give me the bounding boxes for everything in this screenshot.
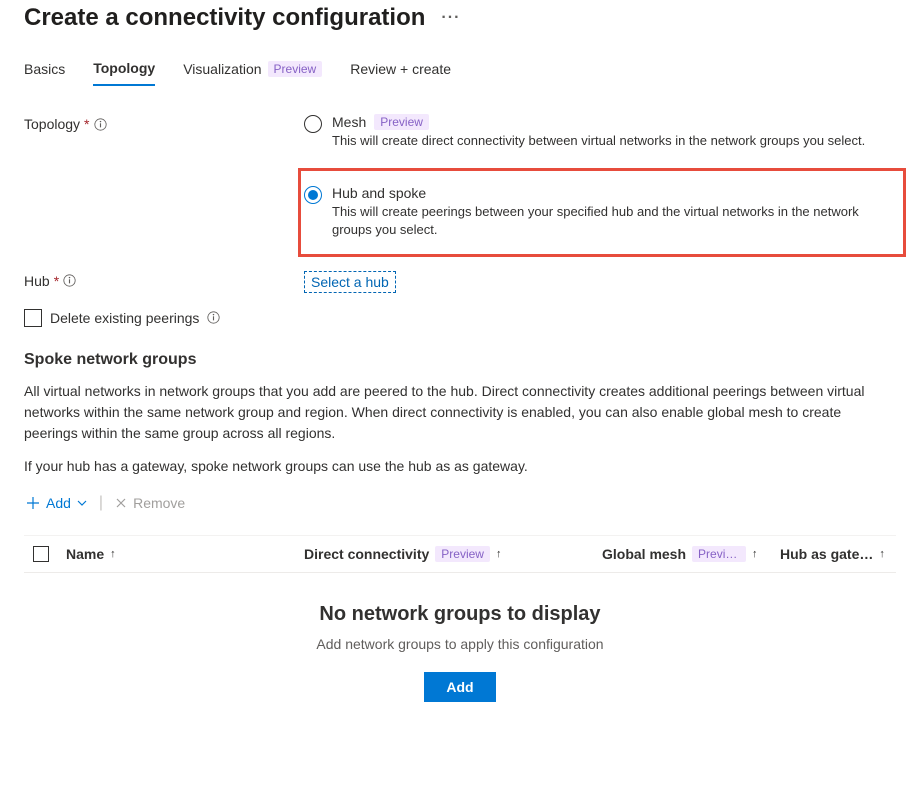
empty-state: No network groups to display Add network… xyxy=(24,573,896,712)
empty-state-title: No network groups to display xyxy=(24,603,896,626)
radio-mesh-desc: This will create direct connectivity bet… xyxy=(332,132,896,150)
column-name-label: Name xyxy=(66,546,104,562)
column-name[interactable]: Name ↑ xyxy=(66,546,296,562)
column-hub-as-gateway[interactable]: Hub as gate… ↑ xyxy=(780,546,896,562)
tab-visualization-label: Visualization xyxy=(183,61,261,77)
add-button-label: Add xyxy=(46,495,71,511)
field-topology: Topology * Mesh Preview This will create… xyxy=(24,114,896,263)
delete-peerings-label: Delete existing peerings xyxy=(50,310,199,326)
field-hub-label: Hub * xyxy=(24,271,304,289)
preview-badge: Preview xyxy=(435,546,490,562)
delete-peerings-checkbox[interactable] xyxy=(24,309,42,327)
sort-arrow-icon: ↑ xyxy=(496,548,502,560)
plus-icon xyxy=(26,496,40,510)
tab-visualization[interactable]: Visualization Preview xyxy=(183,60,322,86)
radio-option-hubspoke[interactable]: Hub and spoke This will create peerings … xyxy=(298,168,906,256)
column-hub-label: Hub as gate… xyxy=(780,546,873,562)
hub-label-text: Hub xyxy=(24,273,50,289)
info-icon[interactable] xyxy=(94,118,107,131)
column-global-mesh[interactable]: Global mesh Preview ↑ xyxy=(602,546,772,562)
field-topology-label: Topology * xyxy=(24,114,304,132)
remove-button: Remove xyxy=(113,491,187,515)
info-icon[interactable] xyxy=(63,274,76,287)
topology-label-text: Topology xyxy=(24,116,80,132)
tab-topology[interactable]: Topology xyxy=(93,60,155,86)
sort-arrow-icon: ↑ xyxy=(752,548,758,560)
radio-hubspoke-title: Hub and spoke xyxy=(332,185,426,201)
info-icon[interactable] xyxy=(207,311,220,324)
radio-option-mesh[interactable]: Mesh Preview This will create direct con… xyxy=(304,114,896,150)
column-global-label: Global mesh xyxy=(602,546,686,562)
page-title-text: Create a connectivity configuration xyxy=(24,4,425,32)
chevron-down-icon xyxy=(77,498,87,508)
required-asterisk: * xyxy=(84,116,89,132)
spoke-section-title: Spoke network groups xyxy=(24,351,896,369)
toolbar-separator: | xyxy=(99,494,103,512)
spoke-section-desc2: If your hub has a gateway, spoke network… xyxy=(24,456,896,477)
sort-arrow-icon: ↑ xyxy=(879,548,885,560)
preview-badge: Preview xyxy=(374,114,429,130)
more-options-icon[interactable]: ··· xyxy=(441,9,460,27)
empty-state-desc: Add network groups to apply this configu… xyxy=(24,636,896,652)
add-button[interactable]: Add xyxy=(24,491,89,515)
table-header: Name ↑ Direct connectivity Preview ↑ Glo… xyxy=(24,535,896,573)
topology-options: Mesh Preview This will create direct con… xyxy=(304,114,896,263)
tabs-row: Basics Topology Visualization Preview Re… xyxy=(24,60,896,86)
preview-badge: Preview xyxy=(268,61,323,77)
select-all-checkbox[interactable] xyxy=(33,546,49,562)
radio-mesh-title: Mesh xyxy=(332,114,366,130)
select-hub-link[interactable]: Select a hub xyxy=(304,271,396,293)
radio-hubspoke-circle[interactable] xyxy=(304,186,322,204)
remove-button-label: Remove xyxy=(133,495,185,511)
empty-add-button[interactable]: Add xyxy=(424,672,495,702)
preview-badge: Preview xyxy=(692,546,746,562)
column-direct-label: Direct connectivity xyxy=(304,546,429,562)
radio-mesh-circle[interactable] xyxy=(304,115,322,133)
x-icon xyxy=(115,497,127,509)
spoke-section-desc1: All virtual networks in network groups t… xyxy=(24,381,896,444)
tab-basics[interactable]: Basics xyxy=(24,60,65,86)
radio-hubspoke-desc: This will create peerings between your s… xyxy=(332,203,893,239)
sort-arrow-icon: ↑ xyxy=(110,548,116,560)
table-toolbar: Add | Remove xyxy=(24,491,896,515)
delete-peerings-row: Delete existing peerings xyxy=(24,309,896,327)
field-hub: Hub * Select a hub xyxy=(24,271,896,293)
page-title: Create a connectivity configuration ··· xyxy=(24,4,896,32)
tab-review[interactable]: Review + create xyxy=(350,60,451,86)
column-direct-connectivity[interactable]: Direct connectivity Preview ↑ xyxy=(304,546,594,562)
required-asterisk: * xyxy=(54,273,59,289)
